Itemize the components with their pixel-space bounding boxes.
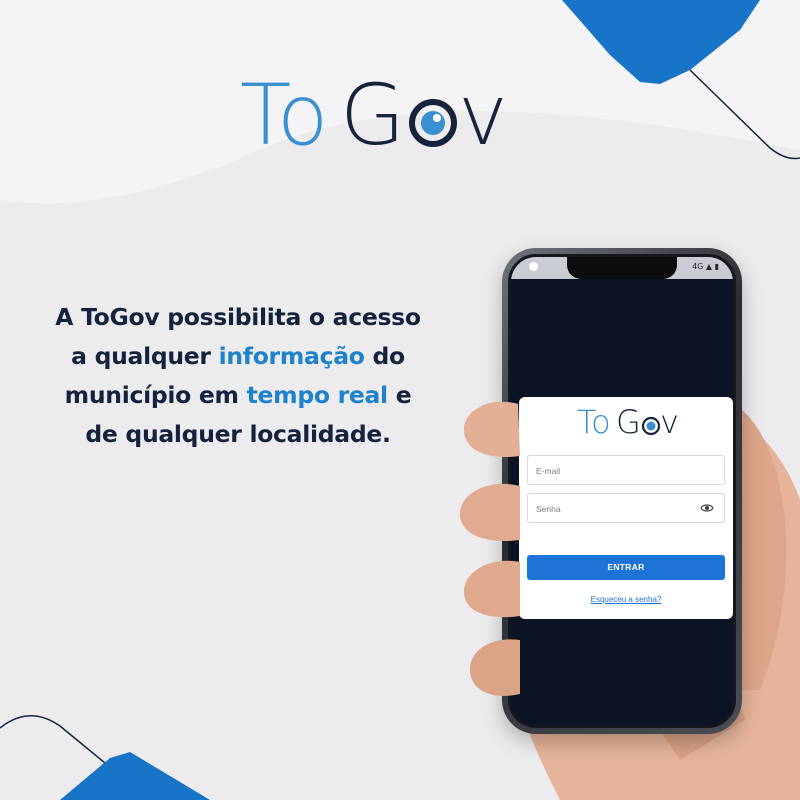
headline-line-3-start: município em [64,381,247,409]
login-card: To G v E-mail Senha ENTRAR Esqueceu a se [519,397,733,619]
phone-notch [567,257,677,279]
card-logo-to: To [577,405,611,439]
headline-line-3-end: e [387,381,412,409]
togov-logo: To G v [240,68,508,158]
logo-v-text: v [458,68,508,158]
password-placeholder: Senha [536,504,561,514]
logo-g-text: G [340,68,405,158]
headline-line-2-start: a qualquer [71,342,219,370]
email-field[interactable]: E-mail [527,455,725,485]
headline: A ToGov possibilita o acesso a qualquer … [0,298,476,454]
smartphone: 4G ▲ ▮ To G v E-mail Senha ENTRAR Esquec… [502,248,742,734]
card-togov-logo: To G v [577,405,679,439]
status-dot-icon [529,262,538,271]
login-button[interactable]: ENTRAR [527,555,725,580]
headline-line-3: município em tempo real e [0,376,476,415]
headline-highlight-informacao: informação [218,342,365,370]
logo-to-text: To [240,68,328,158]
headline-highlight-tempo-real: tempo real [246,381,389,409]
password-field[interactable]: Senha [527,493,725,523]
email-placeholder: E-mail [536,466,561,476]
show-password-eye-icon[interactable] [700,503,714,513]
card-logo-g: G [616,405,641,439]
headline-line-2-end: do [364,342,406,370]
card-logo-v: v [660,405,679,439]
phone-screen: 4G ▲ ▮ To G v E-mail Senha ENTRAR Esquec… [508,254,736,728]
headline-line-4: de qualquer localidade. [85,420,391,448]
headline-line-2: a qualquer informação do [0,337,476,376]
eye-o-icon [409,99,457,147]
bottom-left-blue-shape [60,752,210,800]
status-icons: 4G ▲ ▮ [692,262,719,271]
headline-line-1: A ToGov possibilita o acesso [55,303,421,331]
card-eye-o-icon [641,416,661,436]
forgot-password-link[interactable]: Esqueceu a senha? [519,595,733,604]
